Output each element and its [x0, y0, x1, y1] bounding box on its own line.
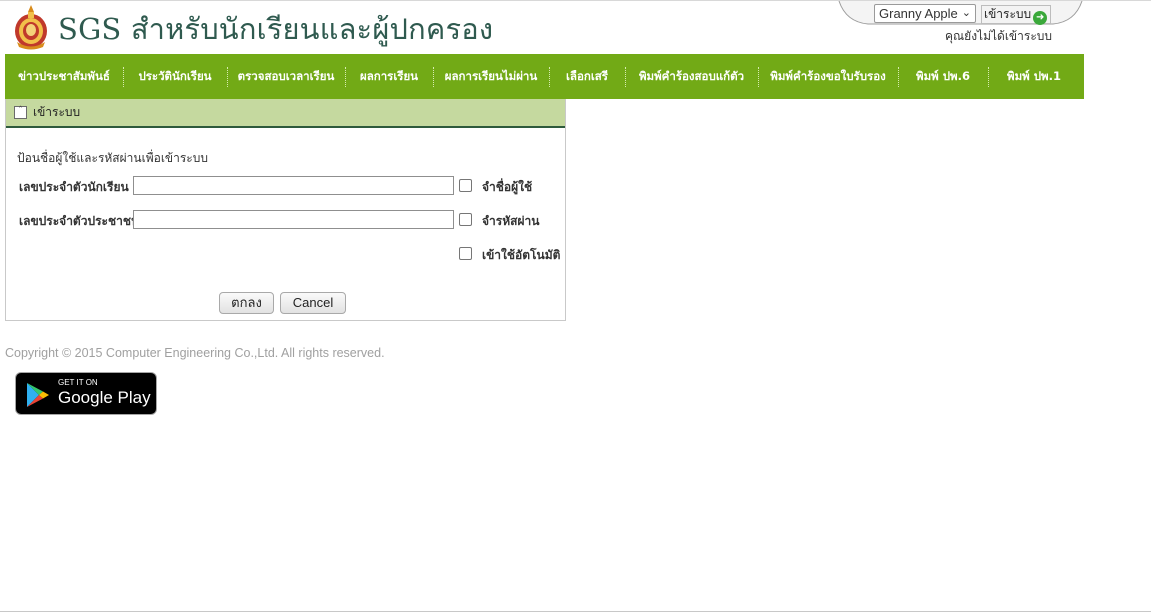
- student-id-label: เลขประจำตัวนักเรียน: [19, 180, 129, 194]
- nav-news[interactable]: ข่าวประชาสัมพันธ์: [5, 54, 123, 99]
- school-crest-icon: [15, 5, 47, 50]
- copyright-text: Copyright © 2015 Computer Engineering Co…: [5, 346, 385, 360]
- go-arrow-icon: ➜: [1033, 11, 1048, 25]
- google-play-small-text: GET IT ON: [58, 378, 98, 387]
- nav-print-certificate-request[interactable]: พิมพ์คำร้องขอใบรับรอง: [758, 54, 898, 99]
- login-panel: ˆ เข้าระบบ ป้อนชื่อผู้ใช้และรหัสผ่านเพื่…: [5, 99, 566, 321]
- google-play-icon: [27, 383, 49, 407]
- nav-electives[interactable]: เลือกเสรี: [549, 54, 625, 99]
- page-title: SGS สำหรับนักเรียนและผู้ปกครอง: [58, 12, 494, 46]
- user-select-value: Granny Apple: [879, 6, 958, 21]
- student-id-input[interactable]: [133, 176, 454, 195]
- user-select[interactable]: Granny Apple ⌄: [874, 4, 976, 23]
- login-status: คุณยังไม่ได้เข้าระบบ: [945, 29, 1052, 43]
- ok-button[interactable]: ตกลง: [219, 292, 274, 314]
- nav-student-history[interactable]: ประวัตินักเรียน: [123, 54, 227, 99]
- chevron-down-icon: ⌄: [961, 7, 971, 19]
- nav-print-por-por-1[interactable]: พิมพ์ ปพ.1: [988, 54, 1080, 99]
- cancel-button[interactable]: Cancel: [280, 292, 346, 314]
- google-play-badge[interactable]: GET IT ON Google Play: [15, 372, 157, 415]
- login-panel-title: เข้าระบบ: [33, 105, 81, 119]
- bottom-border: [0, 611, 1151, 612]
- auto-login-checkbox[interactable]: [459, 247, 472, 260]
- citizen-id-input[interactable]: [133, 210, 454, 229]
- main-nav: ข่าวประชาสัมพันธ์ ประวัตินักเรียน ตรวจสอ…: [5, 54, 1084, 99]
- remember-password-checkbox[interactable]: [459, 213, 472, 226]
- login-panel-header[interactable]: ˆ เข้าระบบ: [6, 99, 565, 128]
- login-button-label: เข้าระบบ: [984, 7, 1032, 21]
- remember-password-label: จำรหัสผ่าน: [482, 214, 540, 228]
- remember-user-label: จำชื่อผู้ใช้: [482, 180, 533, 194]
- collapse-up-icon[interactable]: ˆ: [14, 106, 27, 119]
- nav-print-por-por-6[interactable]: พิมพ์ ปพ.6: [898, 54, 988, 99]
- auto-login-label: เข้าใช้อัตโนมัติ: [482, 248, 561, 262]
- google-play-big-text: Google Play: [58, 388, 151, 407]
- login-instruction: ป้อนชื่อผู้ใช้และรหัสผ่านเพื่อเข้าระบบ: [17, 151, 208, 165]
- nav-failed-grades[interactable]: ผลการเรียนไม่ผ่าน: [433, 54, 549, 99]
- nav-grades[interactable]: ผลการเรียน: [345, 54, 433, 99]
- nav-attendance[interactable]: ตรวจสอบเวลาเรียน: [227, 54, 345, 99]
- citizen-id-label: เลขประจำตัวประชาชน: [19, 214, 140, 228]
- login-button[interactable]: เข้าระบบ ➜: [981, 5, 1052, 25]
- nav-print-retest-request[interactable]: พิมพ์คำร้องสอบแก้ตัว: [625, 54, 758, 99]
- remember-user-checkbox[interactable]: [459, 179, 472, 192]
